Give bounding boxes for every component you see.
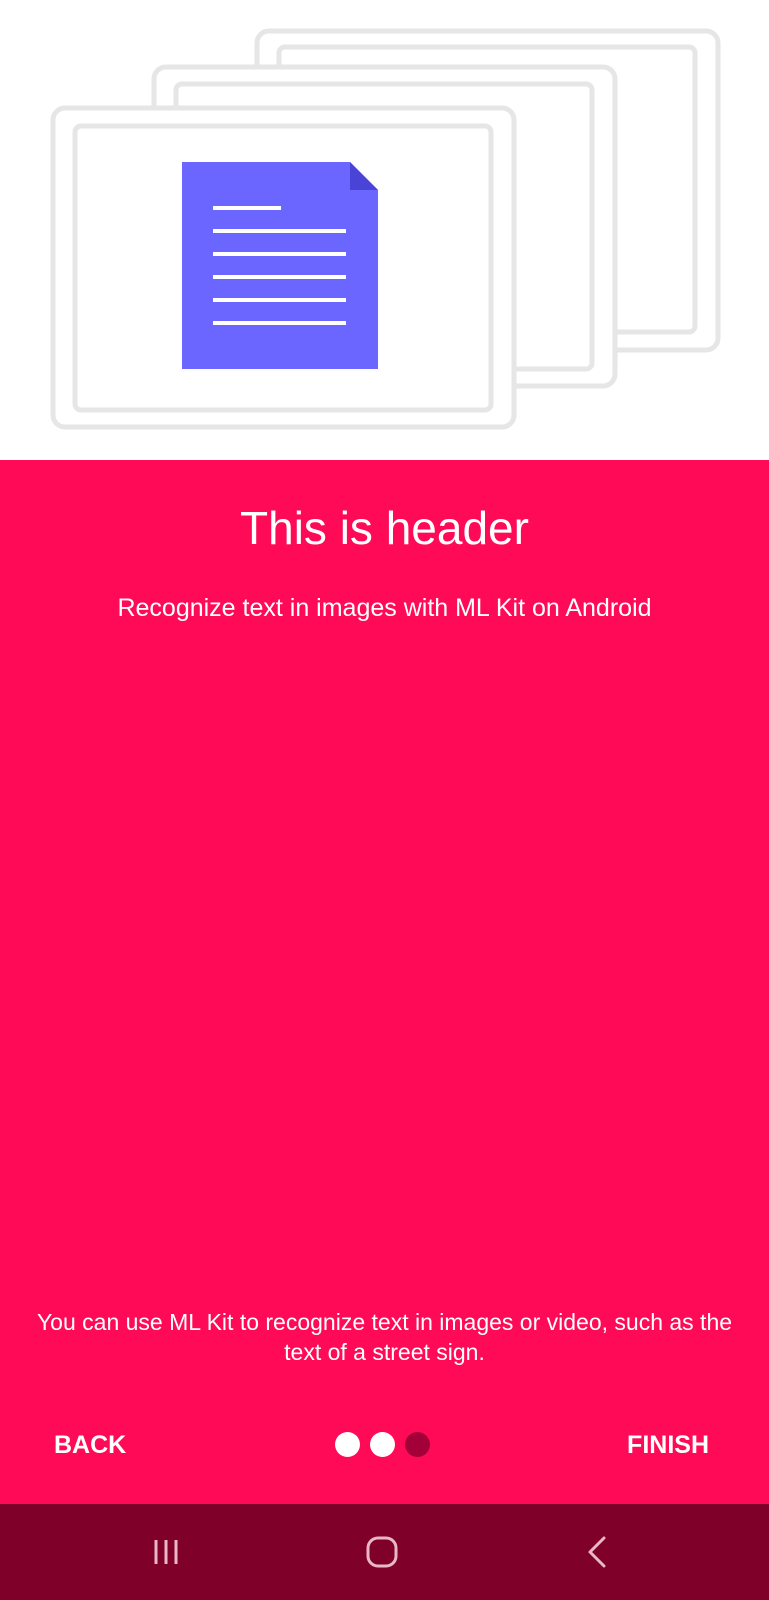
page-indicator-dot[interactable]: [370, 1432, 395, 1457]
home-icon: [366, 1536, 398, 1568]
page-subtitle: Recognize text in images with ML Kit on …: [117, 594, 652, 622]
recents-icon: [154, 1540, 178, 1564]
onboarding-slide: This is header Recognize text in images …: [0, 460, 769, 1504]
page-indicator-dot[interactable]: [335, 1432, 360, 1457]
hero-illustration: [0, 0, 769, 460]
page-indicator-dot-current[interactable]: [405, 1432, 430, 1457]
system-navigation-bar: [0, 1504, 769, 1600]
page-indicator: [335, 1432, 430, 1458]
finish-button[interactable]: FINISH: [615, 1418, 721, 1472]
document-stack-illustration: [50, 28, 721, 430]
page-description: You can use ML Kit to recognize text in …: [36, 1309, 733, 1365]
document-icon: [182, 162, 378, 369]
recents-button[interactable]: [118, 1504, 214, 1600]
back-arrow-icon: [588, 1536, 606, 1568]
home-button[interactable]: [334, 1504, 430, 1600]
back-button[interactable]: BACK: [42, 1418, 138, 1472]
system-back-button[interactable]: [550, 1504, 646, 1600]
onboarding-navigation: BACK FINISH: [0, 1410, 769, 1480]
page-title: This is header: [240, 502, 529, 554]
